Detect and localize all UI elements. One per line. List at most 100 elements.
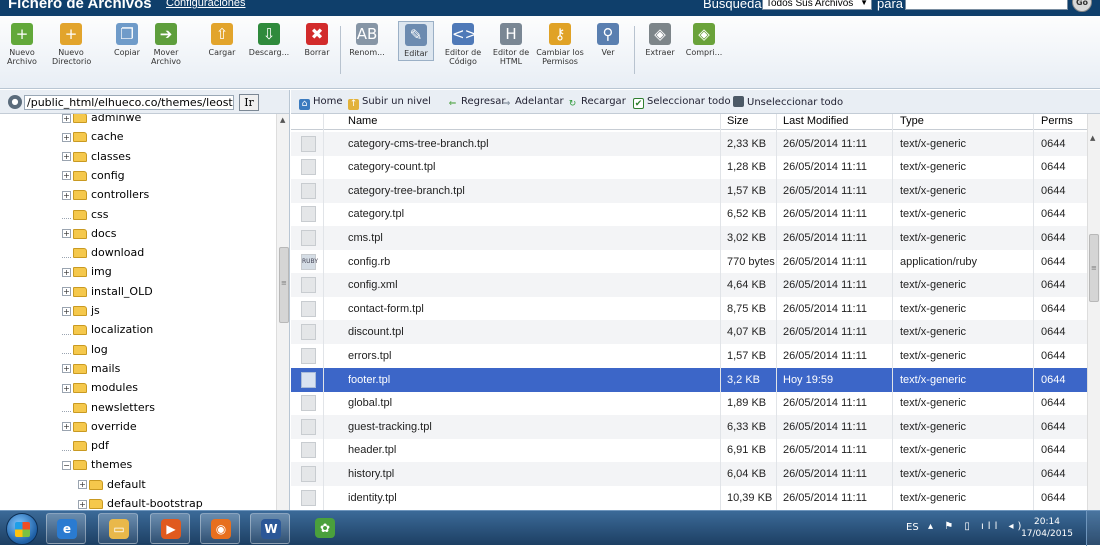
tree-item-modules[interactable]: + modules — [62, 378, 138, 397]
show-desktop-button[interactable] — [1086, 511, 1100, 546]
tree-item-default[interactable]: + default — [78, 475, 146, 494]
code-editor-button[interactable]: <> Editor de Código — [440, 23, 486, 66]
expand-icon[interactable]: + — [78, 499, 87, 509]
taskbar-word-button[interactable]: W — [250, 513, 290, 544]
table-row[interactable]: category-tree-branch.tpl 1,57 KB 26/05/201… — [291, 178, 1087, 203]
search-scope-select[interactable]: Todos Sus Archivos ▼ — [762, 0, 872, 10]
expand-icon[interactable]: + — [62, 132, 71, 142]
tree-item-config[interactable]: + config — [62, 166, 125, 185]
expand-icon[interactable]: + — [62, 152, 71, 162]
taskbar-cpanel-button[interactable]: ✿ — [305, 513, 345, 544]
table-row[interactable]: config.xml 4,64 KB 26/05/2014 11:11 text/x-… — [291, 273, 1087, 298]
tree-item-cache[interactable]: + cache — [62, 127, 124, 146]
table-row[interactable]: footer.tpl 3,2 KB Hoy 19:59 text/x-generic 0… — [291, 367, 1087, 392]
settings-link[interactable]: Configuraciones — [166, 0, 246, 9]
expand-icon[interactable]: + — [62, 229, 71, 239]
tree-item-classes[interactable]: + classes — [62, 147, 131, 166]
file-list-scrollbar[interactable]: ▲ ≡ — [1087, 114, 1100, 510]
expand-icon[interactable]: + — [62, 190, 71, 200]
search-input[interactable] — [905, 0, 1068, 10]
move-button[interactable]: ➔ Mover Archivo — [146, 23, 186, 66]
tree-item-adminwe[interactable]: + adminwe — [62, 114, 141, 127]
expand-icon[interactable]: + — [62, 383, 71, 393]
table-row[interactable]: identity.tpl 10,39 KB 26/05/2014 11:11 text… — [291, 486, 1087, 510]
tree-item-mails[interactable]: + mails — [62, 359, 120, 378]
collapse-icon[interactable]: − — [62, 460, 71, 470]
expand-icon[interactable]: + — [78, 480, 87, 490]
scroll-up-icon[interactable]: ▲ — [1090, 134, 1095, 142]
expand-icon[interactable]: + — [62, 171, 71, 181]
taskbar-firefox-button[interactable]: ◉ — [200, 513, 240, 544]
unselect-all-button[interactable]: Unseleccionar todo — [733, 96, 843, 108]
table-row[interactable]: header.tpl 6,91 KB 26/05/2014 11:11 text/x-… — [291, 438, 1087, 462]
scroll-up-icon[interactable]: ▲ — [280, 116, 285, 124]
home-button[interactable]: ⌂ Home — [299, 96, 343, 110]
table-row[interactable]: history.tpl 6,04 KB 26/05/2014 11:11 text/x… — [291, 462, 1087, 486]
table-row[interactable]: global.tpl 1,89 KB 26/05/2014 11:11 text/x-… — [291, 391, 1087, 415]
table-row[interactable]: category-cms-tree-branch.tpl 2,33 KB 26/05… — [291, 131, 1087, 156]
taskbar-explorer-button[interactable]: ▭ — [98, 513, 138, 544]
table-row[interactable]: RUBY config.rb 770 bytes 26/05/2014 11:11 ap… — [291, 250, 1087, 274]
compress-button[interactable]: ◈ Compri... — [683, 23, 725, 57]
up-level-button[interactable]: ↑ Subir un nivel — [348, 96, 431, 110]
download-button[interactable]: ⇩ Descarg... — [246, 23, 292, 57]
upload-button[interactable]: ⇧ Cargar — [204, 23, 240, 57]
search-go-button[interactable]: Go — [1072, 0, 1092, 12]
column-size-header[interactable]: Size — [727, 115, 748, 127]
extract-button[interactable]: ◈ Extraer — [641, 23, 679, 57]
table-row[interactable]: guest-tracking.tpl 6,33 KB 26/05/2014 11:1… — [291, 414, 1087, 439]
html-editor-button[interactable]: H Editor de HTML — [487, 23, 535, 66]
copy-button[interactable]: ❐ Copiar — [110, 23, 144, 57]
column-type-header[interactable]: Type — [900, 115, 924, 127]
tree-item-localization[interactable]: localization — [62, 320, 153, 339]
back-button[interactable]: ⇐ Regresar — [447, 96, 506, 110]
permissions-button[interactable]: ⚷ Cambiar los Permisos — [534, 23, 586, 66]
reload-button[interactable]: ↻ Recargar — [567, 96, 626, 110]
expand-icon[interactable]: + — [62, 422, 71, 432]
taskbar-media-button[interactable]: ▶ — [150, 513, 190, 544]
tray-icons[interactable]: ▴ ⚑ ▯ ıll ◂) — [928, 521, 1025, 532]
column-name-header[interactable]: Name — [348, 115, 377, 127]
table-row[interactable]: discount.tpl 4,07 KB 26/05/2014 11:11 text/… — [291, 320, 1087, 345]
path-input[interactable]: /public_html/elhueco.co/themes/leostyl — [24, 95, 234, 110]
table-row[interactable]: errors.tpl 1,57 KB 26/05/2014 11:11 text/x-… — [291, 344, 1087, 368]
view-button[interactable]: ⚲ Ver — [595, 23, 621, 57]
expand-icon[interactable]: + — [62, 267, 71, 277]
expand-icon[interactable]: + — [62, 364, 71, 374]
tree-item-img[interactable]: + img — [62, 262, 112, 281]
new-folder-button[interactable]: + Nuevo Directorio — [52, 23, 91, 66]
table-row[interactable]: cms.tpl 3,02 KB 26/05/2014 11:11 text/x-gen… — [291, 226, 1087, 250]
delete-button[interactable]: ✖ Borrar — [301, 23, 333, 57]
go-path-button[interactable]: Ir — [239, 94, 259, 111]
expand-icon[interactable]: + — [62, 287, 71, 297]
table-row[interactable]: category-count.tpl 1,28 KB 26/05/2014 11:1… — [291, 155, 1087, 179]
tree-scrollbar[interactable]: ▲ ≡ — [276, 114, 289, 510]
tree-item-default-bootstrap[interactable]: + default-bootstrap — [78, 494, 203, 510]
language-indicator[interactable]: ES — [906, 522, 919, 533]
table-row[interactable]: contact-form.tpl 8,75 KB 26/05/2014 11:11 t… — [291, 297, 1087, 321]
expand-icon[interactable]: + — [62, 114, 71, 123]
expand-icon[interactable]: + — [62, 306, 71, 316]
tree-item-themes[interactable]: − themes — [62, 455, 132, 474]
select-all-button[interactable]: ✔ Seleccionar todo — [633, 96, 731, 109]
new-file-button[interactable]: + Nuevo Archivo — [4, 23, 40, 66]
tree-item-docs[interactable]: + docs — [62, 224, 117, 243]
tree-item-pdf[interactable]: pdf — [62, 436, 109, 455]
tree-item-newsletters[interactable]: newsletters — [62, 398, 155, 417]
tree-item-controllers[interactable]: + controllers — [62, 185, 149, 204]
tree-item-js[interactable]: + js — [62, 301, 100, 320]
column-modified-header[interactable]: Last Modified — [783, 115, 848, 127]
tree-item-install_old[interactable]: + install_OLD — [62, 282, 153, 301]
taskbar-ie-button[interactable]: e — [46, 513, 86, 544]
start-button[interactable] — [6, 513, 38, 545]
table-row[interactable]: category.tpl 6,52 KB 26/05/2014 11:11 text/… — [291, 202, 1087, 226]
tree-item-download[interactable]: download — [62, 243, 144, 262]
tree-item-log[interactable]: log — [62, 340, 108, 359]
tree-item-css[interactable]: css — [62, 205, 109, 224]
rename-button[interactable]: AB Renom... — [346, 23, 388, 57]
column-perms-header[interactable]: Perms — [1041, 115, 1073, 127]
clock[interactable]: 20:14 17/04/2015 — [1018, 516, 1076, 540]
edit-button[interactable]: ✎ Editar — [398, 21, 434, 61]
forward-button[interactable]: ⇒ Adelantar — [501, 96, 564, 110]
tree-item-override[interactable]: + override — [62, 417, 137, 436]
